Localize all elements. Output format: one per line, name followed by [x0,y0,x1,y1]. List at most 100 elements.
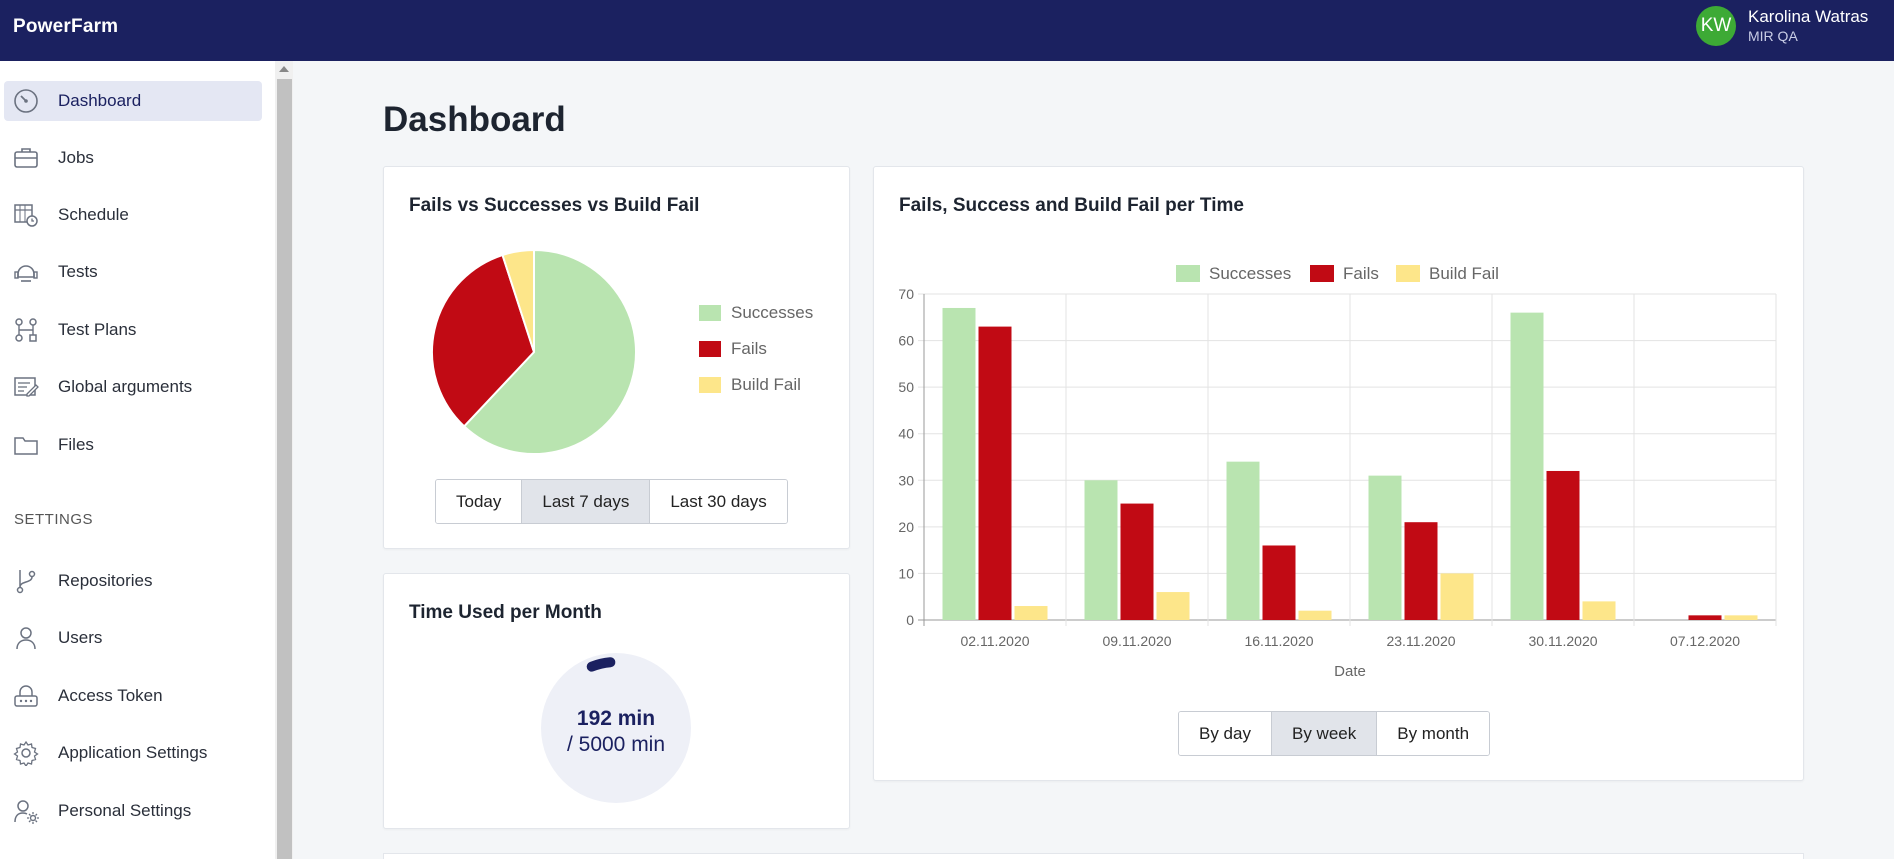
avatar[interactable]: KW [1696,6,1736,46]
range-by-week-button[interactable]: By week [1271,712,1378,755]
next-card-edge [383,853,1804,859]
sidebar-item-label: Access Token [58,686,163,705]
sidebar-item-personal-settings[interactable]: Personal Settings [4,791,262,831]
sidebar-item-label: Files [58,435,94,454]
legend-item-fails[interactable]: Fails [699,339,767,359]
bar-build-fail-07.12.2020[interactable] [1724,615,1758,620]
sidebar: Dashboard Jobs Schedule Tests Test Plans… [0,61,276,859]
pie-chart-card: Fails vs Successes vs Build Fail Success… [383,166,850,549]
bar-build-fail-30.11.2020[interactable] [1582,601,1616,620]
legend-swatch [699,341,721,357]
bar-build-fail-02.11.2020[interactable] [1014,606,1048,620]
legend-swatch [1176,265,1200,282]
briefcase-icon [12,144,40,172]
bar-build-fail-23.11.2020[interactable] [1440,573,1474,620]
sidebar-item-label: Personal Settings [58,801,192,820]
sidebar-item-label: Jobs [58,148,94,167]
bar-fails-02.11.2020[interactable] [978,326,1012,620]
git-branch-icon [12,567,40,595]
folder-icon [12,431,40,459]
y-tick-label: 10 [898,565,914,581]
sidebar-item-tests[interactable]: Tests [4,252,262,292]
bar-build-fail-09.11.2020[interactable] [1156,592,1190,620]
bar-fails-09.11.2020[interactable] [1120,503,1154,620]
x-tick-label: 09.11.2020 [1102,633,1171,649]
bar-chart: Successes Fails Build Fail 0 10 20 30 40 50 60 70 0… [898,264,1777,680]
user-role: MIR QA [1748,28,1798,44]
time-total-value: / 5000 min [566,733,666,756]
bar-successes-02.11.2020[interactable] [942,307,976,620]
bar-range-selector: By day By week By month [1178,711,1491,756]
legend-swatch [699,305,721,321]
y-tick-label: 60 [898,333,914,349]
gear-icon [12,739,40,767]
bar-chart-card: Fails, Success and Build Fail per Time S… [873,166,1804,781]
legend-label: Successes [731,303,814,322]
legend-item-build-fail[interactable]: Build Fail [699,375,801,395]
sidebar-item-label: Repositories [58,571,153,590]
card-title: Time Used per Month [409,602,602,623]
legend-swatch [1310,265,1334,282]
y-tick-label: 30 [898,472,914,488]
sidebar-item-test-plans[interactable]: Test Plans [4,310,262,350]
sidebar-item-application-settings[interactable]: Application Settings [4,733,262,773]
time-used-progress-arc [586,657,616,672]
scrollbar-thumb[interactable] [277,79,292,859]
sidebar-item-jobs[interactable]: Jobs [4,138,262,178]
y-tick-label: 0 [906,612,914,628]
card-title: Fails vs Successes vs Build Fail [409,195,700,216]
user-icon [12,624,40,652]
sidebar-item-users[interactable]: Users [4,618,262,658]
x-tick-label: 02.11.2020 [960,633,1029,649]
sidebar-item-label: Dashboard [58,91,142,110]
bar-fails-30.11.2020[interactable] [1546,470,1580,620]
range-by-day-button[interactable]: By day [1179,712,1272,755]
range-today-button[interactable]: Today [436,480,523,523]
bar-successes-30.11.2020[interactable] [1510,312,1544,620]
app-brand[interactable]: PowerFarm [13,16,118,38]
sidebar-item-label: Test Plans [58,320,137,339]
sidebar-item-files[interactable]: Files [4,425,262,465]
sidebar-item-dashboard[interactable]: Dashboard [4,81,262,121]
sidebar-item-schedule[interactable]: Schedule [4,195,262,235]
sidebar-item-label: Application Settings [58,743,208,762]
x-tick-label: 16.11.2020 [1244,633,1313,649]
x-tick-label: 23.11.2020 [1386,633,1455,649]
bar-successes-23.11.2020[interactable] [1368,475,1402,620]
x-tick-label: 30.11.2020 [1528,633,1597,649]
range-last-30-days-button[interactable]: Last 30 days [650,480,787,523]
bar-successes-16.11.2020[interactable] [1226,461,1260,620]
legend-label-build-fail[interactable]: Build Fail [1429,264,1499,283]
sidebar-item-label: Users [58,628,103,647]
sidebar-item-access-token[interactable]: Access Token [4,676,262,716]
legend-label-fails[interactable]: Fails [1343,264,1379,283]
page-title: Dashboard [383,100,566,139]
sidebar-scrollbar[interactable] [275,61,293,859]
bar-fails-07.12.2020[interactable] [1688,615,1722,620]
pie-chart [431,248,637,455]
bar-successes-09.11.2020[interactable] [1084,480,1118,620]
sidebar-item-repositories[interactable]: Repositories [4,561,262,601]
legend-item-successes[interactable]: Successes [699,303,813,323]
test-plan-flow-icon [12,316,40,344]
pie-range-selector: Today Last 7 days Last 30 days [435,479,788,524]
legend-label-successes[interactable]: Successes [1209,264,1291,283]
sidebar-item-label: Global arguments [58,377,193,396]
y-tick-label: 20 [898,519,914,535]
range-last-7-days-button[interactable]: Last 7 days [522,480,651,523]
legend-label: Fails [731,339,767,358]
sidebar-item-label: Tests [58,262,98,281]
dashboard-gauge-icon [12,87,40,115]
robot-icon [12,258,40,286]
bar-fails-23.11.2020[interactable] [1404,522,1438,620]
y-tick-label: 50 [898,379,914,395]
user-name[interactable]: Karolina Watras [1748,7,1868,27]
range-by-month-button[interactable]: By month [1377,712,1490,755]
list-pen-icon [12,373,40,401]
bar-build-fail-16.11.2020[interactable] [1298,610,1332,620]
settings-section-header: SETTINGS [14,511,94,528]
bar-fails-16.11.2020[interactable] [1262,545,1296,620]
sidebar-item-global-arguments[interactable]: Global arguments [4,367,262,407]
scroll-up-arrow-icon[interactable] [279,66,289,72]
x-tick-label: 07.12.2020 [1670,633,1740,649]
